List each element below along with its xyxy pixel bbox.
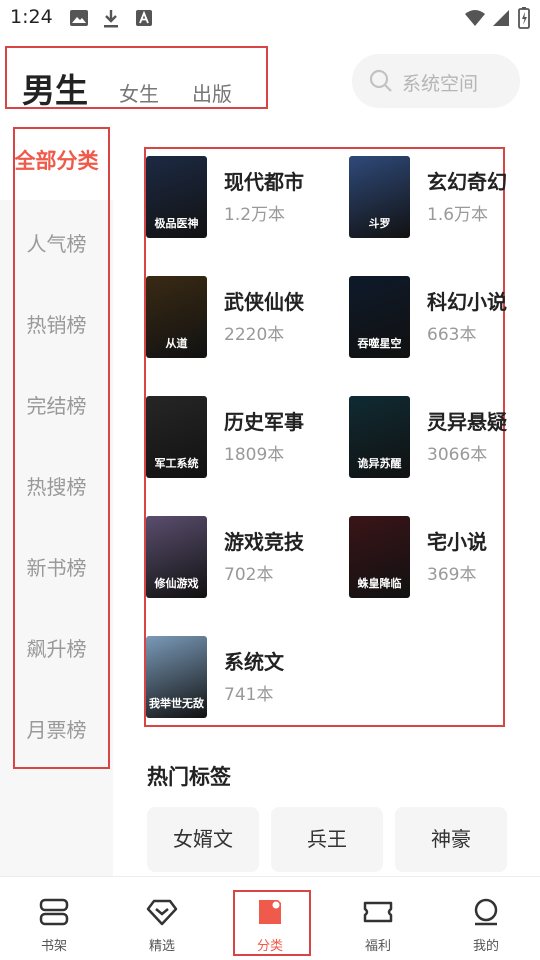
tag-tycoon[interactable]: 神豪	[395, 807, 507, 872]
search-icon	[369, 69, 392, 92]
tab-male[interactable]: 男生	[22, 64, 88, 112]
nav-bookshelf[interactable]: 书架	[0, 877, 108, 960]
category-count: 1.2万本	[224, 205, 286, 225]
category-name: 武侠仙侠	[224, 290, 304, 314]
cover-title: 修仙游戏	[154, 577, 199, 590]
category-modern-urban[interactable]: 极品医神 现代都市 1.2万本	[146, 156, 346, 238]
category-system[interactable]: 我举世无敌 系统文 741本	[146, 636, 346, 718]
cover-title: 从道	[165, 337, 188, 350]
category-name: 历史军事	[224, 410, 304, 434]
cover-title: 蛛皇降临	[357, 577, 402, 590]
diamond-icon	[146, 899, 178, 926]
nav-welfare[interactable]: 福利	[324, 877, 432, 960]
book-cover: 修仙游戏	[146, 516, 207, 598]
tag-soldier-king[interactable]: 兵王	[271, 807, 383, 872]
category-count: 702本	[224, 565, 274, 585]
cover-title: 极品医神	[154, 217, 199, 230]
tab-female[interactable]: 女生	[119, 78, 159, 107]
cover-title: 诡异苏醒	[357, 457, 402, 470]
category-count: 369本	[427, 565, 477, 585]
book-cover: 斗罗	[349, 156, 410, 238]
category-scifi[interactable]: 吞噬星空 科幻小说 663本	[349, 276, 509, 358]
status-time: 1:24	[10, 6, 53, 28]
book-cover: 极品医神	[146, 156, 207, 238]
tab-publish[interactable]: 出版	[192, 78, 232, 107]
category-name: 玄幻奇幻	[427, 170, 507, 194]
category-supernatural[interactable]: 诡异苏醒 灵异悬疑 3066本	[349, 396, 509, 478]
ticket-icon	[363, 901, 393, 923]
category-count: 1.6万本	[427, 205, 489, 225]
nav-label: 精选	[148, 939, 175, 954]
cover-title: 我举世无敌	[149, 697, 204, 710]
book-cover: 吞噬星空	[349, 276, 410, 358]
category-fantasy[interactable]: 斗罗 玄幻奇幻 1.6万本	[349, 156, 509, 238]
nav-label: 福利	[364, 939, 391, 954]
category-name: 宅小说	[427, 530, 487, 554]
category-count: 2220本	[224, 325, 285, 345]
category-name: 游戏竞技	[224, 530, 304, 554]
category-history-military[interactable]: 军工系统 历史军事 1809本	[146, 396, 346, 478]
image-icon	[70, 10, 88, 26]
bookshelf-icon	[39, 898, 69, 926]
battery-icon	[518, 7, 530, 29]
category-name: 现代都市	[224, 170, 304, 194]
category-gaming[interactable]: 修仙游戏 游戏竞技 702本	[146, 516, 346, 598]
wifi-icon	[465, 10, 485, 26]
cover-title: 军工系统	[154, 457, 199, 470]
category-count: 663本	[427, 325, 477, 345]
font-icon	[136, 10, 152, 26]
book-cover: 从道	[146, 276, 207, 358]
cover-title: 斗罗	[368, 217, 391, 230]
category-name: 灵异悬疑	[427, 410, 507, 434]
hot-tags-title: 热门标签	[147, 765, 231, 789]
nav-label: 我的	[472, 939, 499, 954]
book-cover: 军工系统	[146, 396, 207, 478]
nav-featured[interactable]: 精选	[108, 877, 216, 960]
profile-icon	[474, 898, 498, 926]
cover-title: 吞噬星空	[357, 337, 402, 350]
download-icon	[104, 10, 118, 28]
signal-icon	[493, 10, 509, 26]
book-cover: 我举世无敌	[146, 636, 207, 718]
nav-profile[interactable]: 我的	[432, 877, 540, 960]
status-bar: 1:24	[0, 0, 540, 38]
book-cover: 蛛皇降临	[349, 516, 410, 598]
category-wuxia[interactable]: 从道 武侠仙侠 2220本	[146, 276, 346, 358]
category-count: 741本	[224, 685, 274, 705]
category-count: 3066本	[427, 445, 488, 465]
nav-highlight-box	[233, 890, 311, 956]
category-count: 1809本	[224, 445, 285, 465]
category-name: 科幻小说	[427, 290, 507, 314]
category-name: 系统文	[224, 650, 284, 674]
book-cover: 诡异苏醒	[349, 396, 410, 478]
search-box[interactable]: 系统空间	[352, 54, 520, 108]
tag-son-in-law[interactable]: 女婿文	[147, 807, 259, 872]
category-otaku[interactable]: 蛛皇降临 宅小说 369本	[349, 516, 509, 598]
sidebar-highlight-box	[13, 127, 110, 769]
search-placeholder: 系统空间	[402, 73, 479, 95]
nav-label: 书架	[40, 939, 67, 954]
